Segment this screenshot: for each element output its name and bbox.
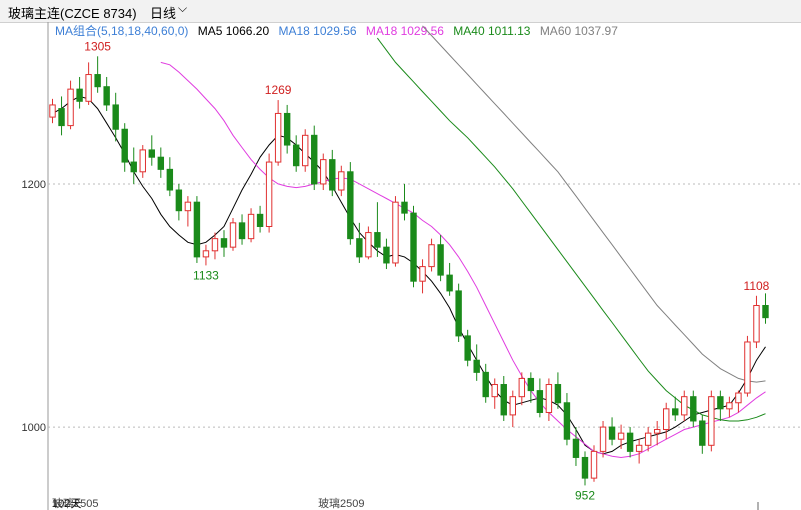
candle-body <box>554 384 562 404</box>
candle-body <box>166 168 174 191</box>
candle-body <box>626 432 634 452</box>
instrument-title[interactable]: 玻璃主连(CZCE 8734) <box>8 3 137 22</box>
candle-body <box>545 384 553 413</box>
candle-body <box>482 371 489 398</box>
candle-body <box>329 159 336 191</box>
candle-body <box>500 384 507 416</box>
candle-body <box>229 222 237 248</box>
candle-body <box>175 189 183 212</box>
candle-body <box>672 408 679 416</box>
extreme-label: 1305 <box>84 39 111 53</box>
candle-body <box>563 402 571 440</box>
candle-body <box>148 149 155 158</box>
ma-line-ma40 <box>376 37 766 422</box>
chart-toolbar: 玻璃主连(CZCE 8734) 日线 ⌵ <box>0 0 801 23</box>
candle-body <box>726 402 733 410</box>
candle-body <box>509 396 516 416</box>
candle-body <box>157 156 165 170</box>
candle-body <box>527 377 535 392</box>
candle-body <box>112 104 119 130</box>
candle-body <box>365 232 372 258</box>
candle-body <box>374 232 381 248</box>
candle-body <box>717 396 724 410</box>
candle-body <box>121 128 128 163</box>
candle-body <box>518 377 526 398</box>
candle-body <box>76 88 83 102</box>
candle-body <box>617 432 625 440</box>
candle-body <box>202 250 210 258</box>
candle-body <box>49 104 56 118</box>
candle-body <box>762 305 769 319</box>
candle-body <box>103 86 110 106</box>
candle-body <box>347 171 354 240</box>
candle-body <box>139 149 146 173</box>
candle-body <box>635 444 643 452</box>
period-selector[interactable]: 日线 <box>150 3 176 22</box>
candle-body <box>247 213 255 240</box>
chevron-down-icon[interactable]: ⌵ <box>178 1 187 16</box>
extreme-label: 952 <box>575 488 595 502</box>
candle-body <box>292 144 300 167</box>
candle-body <box>410 212 417 282</box>
candle-body <box>464 335 471 361</box>
candle-body <box>338 171 345 191</box>
candle-body <box>491 384 498 398</box>
candle-body <box>473 359 480 373</box>
candle-body <box>437 244 444 276</box>
candle-body <box>94 74 101 88</box>
x-axis-label: 玻璃2509 <box>318 496 364 510</box>
candle-body <box>419 266 426 282</box>
candle-body <box>681 396 688 416</box>
candle-body <box>184 201 192 212</box>
candle-body <box>85 74 92 102</box>
candle-body <box>663 408 670 430</box>
candle-body <box>220 238 228 248</box>
candle-body <box>193 201 201 258</box>
candle-body <box>581 456 589 479</box>
candle-body <box>58 108 65 127</box>
candle-body <box>572 438 580 458</box>
y-tick-label: 1000 <box>22 422 46 434</box>
candle-body <box>536 390 544 413</box>
extreme-label: 1269 <box>265 83 292 97</box>
y-tick-label: 1200 <box>22 179 46 191</box>
candle-body <box>211 238 219 252</box>
candle-body <box>274 112 282 163</box>
candle-body <box>392 201 399 264</box>
candle-body <box>735 392 742 404</box>
candle-body <box>311 134 318 185</box>
candle-body <box>446 274 453 292</box>
candle-body <box>238 222 246 240</box>
ma-line-ma5 <box>52 95 766 455</box>
candle-body <box>455 290 462 337</box>
candle-body <box>753 305 760 343</box>
candle-body <box>67 88 74 127</box>
candle-body <box>653 428 661 434</box>
ma-line-ma60 <box>422 25 766 383</box>
candle-body <box>708 396 715 446</box>
candle-body <box>699 420 706 446</box>
candle-body <box>401 201 408 214</box>
candle-body <box>428 244 435 268</box>
candle-body <box>608 426 616 440</box>
candle-body <box>690 396 697 422</box>
candle-body <box>599 426 607 452</box>
candle-body <box>320 159 327 185</box>
extreme-label: 1133 <box>193 268 219 282</box>
candle-body <box>383 246 390 264</box>
candle-body <box>256 213 264 227</box>
extreme-label: 1108 <box>744 279 770 293</box>
candle-body <box>283 112 291 146</box>
x-axis-label: 玻璃2505 <box>52 496 98 510</box>
candle-body <box>265 161 273 227</box>
candle-body <box>744 341 751 394</box>
candle-body <box>590 450 598 479</box>
candle-body <box>302 134 309 167</box>
candle-body <box>130 161 137 173</box>
candle-body <box>644 432 652 446</box>
candle-body <box>356 238 363 258</box>
candlestick-chart[interactable]: 120010001305126911339521108102天玻璃2505 玻璃2… <box>0 22 801 510</box>
